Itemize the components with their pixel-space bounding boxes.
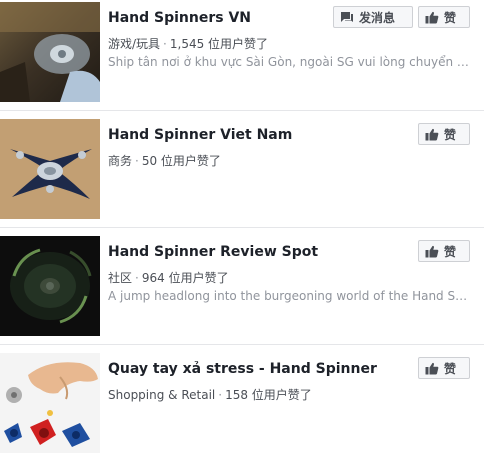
page-thumbnail[interactable] <box>0 119 100 219</box>
divider <box>0 227 484 228</box>
page-description: A jump headlong into the burgeoning worl… <box>108 289 470 303</box>
thumbs-up-icon <box>425 362 439 375</box>
like-label: 赞 <box>444 361 457 376</box>
spinner-photo-image <box>0 119 100 219</box>
page-title[interactable]: Hand Spinners VN <box>108 10 251 26</box>
like-label: 赞 <box>444 10 457 25</box>
page-title[interactable]: Hand Spinner Review Spot <box>108 244 318 260</box>
divider <box>0 344 484 345</box>
like-button[interactable]: 赞 <box>418 6 470 28</box>
meta-separator: · <box>135 154 139 168</box>
page-category[interactable]: Shopping & Retail <box>108 388 215 402</box>
result-item: Quay tay xả stress - Hand Spinner Shoppi… <box>0 351 484 468</box>
page-meta: Shopping & Retail · 158 位用户赞了 <box>108 386 312 403</box>
page-thumbnail[interactable] <box>0 2 100 102</box>
like-label: 赞 <box>444 127 457 142</box>
like-label: 赞 <box>444 244 457 259</box>
page-category[interactable]: 社区 <box>108 271 132 285</box>
send-message-button[interactable]: 发消息 <box>333 6 413 28</box>
spinner-photo-image <box>0 353 100 453</box>
result-item: Hand Spinner Viet Nam 商务 · 50 位用户赞了 赞 <box>0 117 484 234</box>
message-icon <box>340 11 354 24</box>
page-category[interactable]: 游戏/玩具 <box>108 37 160 51</box>
spinner-photo-image <box>0 2 100 102</box>
page-like-count: 158 位用户赞了 <box>225 388 312 402</box>
spinner-photo-image <box>0 236 100 336</box>
page-description: Ship tân nơi ở khu vực Sài Gòn, ngoài SG… <box>108 55 470 69</box>
send-message-label: 发消息 <box>359 10 396 25</box>
meta-separator: · <box>135 271 139 285</box>
page-meta: 游戏/玩具 · 1,545 位用户赞了 <box>108 35 268 52</box>
page-meta: 商务 · 50 位用户赞了 <box>108 152 221 169</box>
thumbs-up-icon <box>425 245 439 258</box>
result-item: Hand Spinners VN 游戏/玩具 · 1,545 位用户赞了 Ship … <box>0 0 484 117</box>
meta-separator: · <box>218 388 223 402</box>
page-thumbnail[interactable] <box>0 236 100 336</box>
page-category[interactable]: 商务 <box>108 154 132 168</box>
like-button[interactable]: 赞 <box>418 123 470 145</box>
page-search-results: Hand Spinners VN 游戏/玩具 · 1,545 位用户赞了 Ship … <box>0 0 484 463</box>
page-meta: 社区 · 964 位用户赞了 <box>108 269 229 286</box>
meta-separator: · <box>163 37 167 51</box>
page-like-count: 964 位用户赞了 <box>141 271 229 285</box>
divider <box>0 110 484 111</box>
page-title[interactable]: Quay tay xả stress - Hand Spinner <box>108 361 377 377</box>
like-button[interactable]: 赞 <box>418 240 470 262</box>
page-thumbnail[interactable] <box>0 353 100 453</box>
page-title[interactable]: Hand Spinner Viet Nam <box>108 127 292 143</box>
page-like-count: 1,545 位用户赞了 <box>169 37 269 51</box>
page-like-count: 50 位用户赞了 <box>141 154 221 168</box>
result-item: Hand Spinner Review Spot 社区 · 964 位用户赞了 A … <box>0 234 484 351</box>
thumbs-up-icon <box>425 128 439 141</box>
like-button[interactable]: 赞 <box>418 357 470 379</box>
thumbs-up-icon <box>425 11 439 24</box>
